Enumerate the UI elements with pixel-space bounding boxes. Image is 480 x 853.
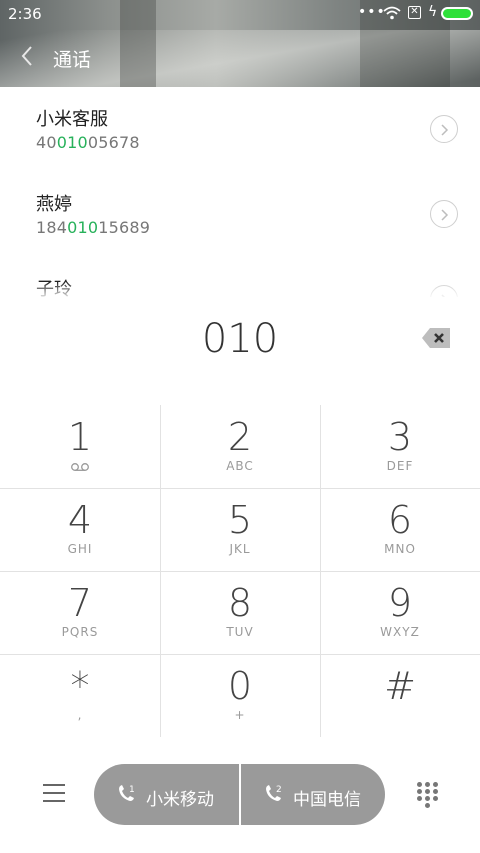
dial-keypad: 1 2 ABC 3 DEF 4 GHI 5 JKL 6 MNO 7 PQRS 8 TUV 9W…	[0, 405, 480, 737]
notification-dots-icon: •••	[358, 4, 386, 20]
page-title: 通话	[53, 49, 92, 71]
phone-sim2-icon: 2	[266, 785, 282, 801]
svg-text:1: 1	[129, 785, 135, 795]
call-button-group: 1 小米移动 2 中国电信	[94, 764, 385, 825]
call-sim2-button[interactable]: 2 中国电信	[241, 764, 385, 825]
menu-icon[interactable]	[43, 784, 65, 802]
voicemail-icon	[71, 463, 89, 471]
contact-detail-button[interactable]	[430, 115, 458, 143]
contact-detail-button[interactable]	[430, 200, 458, 228]
back-arrow-icon[interactable]	[20, 44, 34, 68]
list-item[interactable]: 小米客服 4001005678	[0, 87, 480, 171]
key-2[interactable]: 2 ABC	[160, 405, 320, 488]
bottom-bar: 1 小米移动 2 中国电信	[0, 750, 480, 840]
call-sim1-button[interactable]: 1 小米移动	[94, 764, 239, 825]
header: 2:36 ••• ✕ ϟ 通话	[0, 0, 480, 87]
key-5[interactable]: 5 JKL	[160, 488, 320, 571]
backspace-icon[interactable]	[421, 327, 451, 349]
call-sim1-label: 小米移动	[146, 790, 214, 810]
chevron-right-icon	[441, 124, 449, 136]
key-8[interactable]: 8 TUV	[160, 571, 320, 654]
key-star[interactable]: *,	[0, 654, 160, 737]
dialed-number: 010	[201, 316, 279, 362]
key-hash[interactable]: #	[320, 654, 480, 737]
contact-name: 小米客服	[36, 109, 108, 130]
status-bar: 2:36 ••• ✕ ϟ	[0, 0, 480, 28]
key-1[interactable]: 1	[0, 405, 160, 488]
key-4[interactable]: 4 GHI	[0, 488, 160, 571]
phone-sim1-icon: 1	[119, 785, 135, 801]
wifi-icon	[383, 6, 401, 20]
svg-text:2: 2	[276, 785, 282, 795]
no-sim-icon: ✕	[408, 6, 421, 19]
dial-display: 010	[0, 300, 480, 400]
key-6[interactable]: 6 MNO	[320, 488, 480, 571]
list-item[interactable]: 燕婷 18401015689	[0, 172, 480, 256]
contact-number: 18401015689	[36, 218, 151, 237]
contact-number: 4001005678	[36, 133, 140, 152]
contact-name: 燕婷	[36, 194, 72, 215]
status-time: 2:36	[8, 5, 42, 23]
key-3[interactable]: 3 DEF	[320, 405, 480, 488]
battery-icon	[441, 7, 473, 20]
hide-keypad-icon[interactable]	[417, 782, 439, 810]
chevron-right-icon	[441, 209, 449, 221]
key-0[interactable]: 0 +	[160, 654, 320, 737]
charging-icon: ϟ	[428, 4, 438, 20]
call-sim2-label: 中国电信	[293, 790, 361, 810]
key-9[interactable]: 9 WXYZ	[320, 571, 480, 654]
contact-suggestion-list: 小米客服 4001005678 燕婷 18401015689 子玲	[0, 87, 480, 297]
key-7[interactable]: 7 PQRS	[0, 571, 160, 654]
